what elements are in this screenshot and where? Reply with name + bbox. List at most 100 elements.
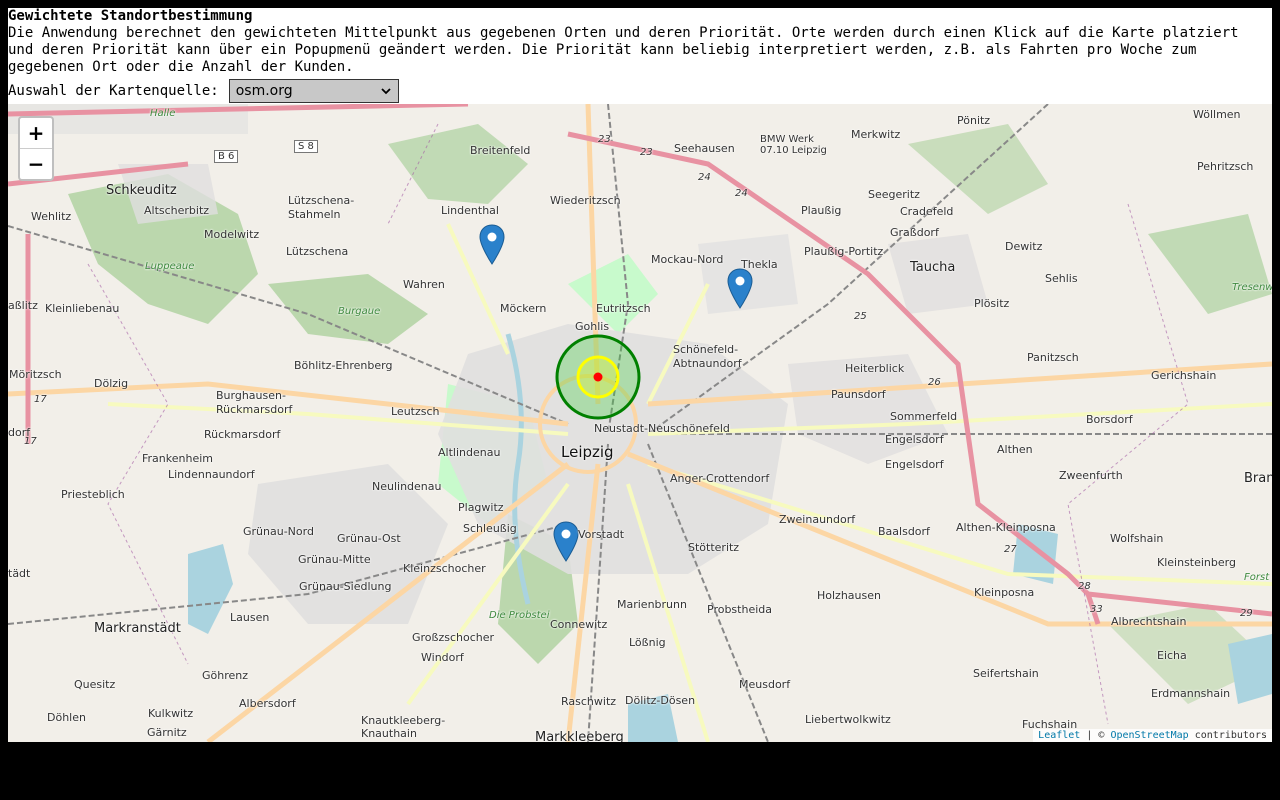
- map-label-merkwitz: Merkwitz: [851, 128, 901, 141]
- map-label-schkeuditz: Schkeuditz: [106, 183, 177, 198]
- map-label-goehrenz: Göhrenz: [202, 669, 249, 682]
- map-label-kleinposna: Kleinposna: [974, 586, 1035, 599]
- map-label-raschwitz: Raschwitz: [561, 695, 617, 708]
- marker-north-west[interactable]: [479, 224, 505, 266]
- map[interactable]: Leipzig Schkeuditz Taucha Markranstädt B…: [8, 104, 1272, 742]
- map-label-baalsdorf: Baalsdorf: [878, 525, 930, 538]
- attribution-suffix: contributors: [1188, 730, 1267, 741]
- map-label-woellmen: Wöllmen: [1193, 108, 1241, 121]
- road-label-a33: 33: [1090, 604, 1103, 615]
- map-label-gruenau-nord: Grünau-Nord: [243, 525, 314, 538]
- map-label-kleinzschocher: Kleinzschocher: [403, 562, 486, 575]
- map-label-althen: Althen: [997, 443, 1033, 456]
- map-label-thekla: Thekla: [741, 258, 778, 271]
- map-label-neustadt: Neustadt-Neuschönefeld: [594, 422, 730, 435]
- zoom-out-button[interactable]: −: [20, 149, 52, 179]
- map-label-zweenfurth: Zweenfurth: [1059, 469, 1123, 482]
- road-label-a28: 28: [1078, 581, 1091, 592]
- map-label-tresenwald: Tresenwalde: [1232, 282, 1272, 293]
- road-shield-b6: B 6: [214, 150, 239, 163]
- center-point: [593, 372, 603, 382]
- map-label-althen-kleinposna: Althen-Kleinposna: [956, 521, 1056, 534]
- map-label-lindenthal: Lindenthal: [441, 204, 499, 217]
- map-label-dewitz: Dewitz: [1005, 240, 1043, 253]
- map-label-schoenefeld: Schönefeld- Abtnaundorf: [673, 343, 742, 370]
- map-label-erdmannshain: Erdmannshain: [1151, 687, 1231, 700]
- map-label-bran: Bran: [1244, 471, 1272, 486]
- map-label-bmw: BMW Werk 07.10 Leipzig: [760, 134, 827, 156]
- map-label-eicha: Eicha: [1157, 649, 1187, 662]
- openstreetmap-link[interactable]: OpenStreetMap: [1110, 730, 1188, 741]
- map-label-lindennaundorf: Lindennaundorf: [168, 468, 255, 481]
- map-label-grosszschocher: Großzschocher: [412, 631, 495, 644]
- map-label-quesitz: Quesitz: [74, 678, 116, 691]
- road-label-a23-2: 23: [640, 147, 653, 158]
- map-label-priesteblich: Priesteblich: [61, 488, 125, 501]
- map-label-schleussig: Schleußig: [463, 522, 517, 535]
- map-label-wiederitzsch: Wiederitzsch: [550, 194, 621, 207]
- map-label-holzhausen: Holzhausen: [817, 589, 881, 602]
- road-label-a27: 27: [1004, 544, 1017, 555]
- map-label-heiterblick: Heiterblick: [845, 362, 905, 375]
- map-label-taucha: Taucha: [910, 260, 956, 275]
- map-source-row: Auswahl der Kartenquelle: osm.org: [8, 78, 399, 104]
- map-label-dasslitz: aßlitz: [8, 299, 38, 312]
- chevron-down-icon: [381, 88, 391, 95]
- map-label-knautkleeberg: Knautkleeberg- Knauthain: [361, 714, 446, 740]
- map-source-label: Auswahl der Kartenquelle:: [8, 83, 219, 99]
- map-label-probstei: Die Probstei: [489, 610, 550, 621]
- map-label-seegeritz: Seegeritz: [868, 188, 920, 201]
- map-label-moeritzsch: Möritzsch: [9, 368, 62, 381]
- map-label-borsdorf: Borsdorf: [1086, 413, 1133, 426]
- map-label-gruenau-ost: Grünau-Ost: [337, 532, 401, 545]
- map-label-altscherbitz: Altscherbitz: [144, 204, 210, 217]
- map-label-stadt: tädt: [8, 567, 31, 580]
- map-label-lausen: Lausen: [230, 611, 270, 624]
- map-label-breitenfeld: Breitenfeld: [470, 144, 531, 157]
- map-label-seifertshain: Seifertshain: [973, 667, 1039, 680]
- zoom-in-button[interactable]: +: [20, 118, 52, 149]
- map-label-sommerfeld: Sommerfeld: [890, 410, 958, 423]
- marker-south[interactable]: [553, 521, 579, 563]
- map-label-neulindenau: Neulindenau: [372, 480, 442, 493]
- map-label-anger: Anger-Crottendorf: [670, 472, 770, 485]
- map-label-kulkwitz: Kulkwitz: [148, 707, 194, 720]
- road-label-a26: 26: [928, 377, 941, 388]
- map-label-seehausen: Seehausen: [674, 142, 735, 155]
- weighted-center[interactable]: [553, 332, 643, 422]
- map-label-markranstaedt: Markranstädt: [94, 621, 181, 636]
- map-label-eutritzsch: Eutritzsch: [596, 302, 651, 315]
- map-label-panitzsch: Panitzsch: [1027, 351, 1079, 364]
- map-label-gaernitz: Gärnitz: [147, 726, 187, 739]
- page-description: Die Anwendung berechnet den gewichteten …: [8, 25, 1239, 75]
- map-source-select[interactable]: osm.org: [228, 79, 399, 103]
- map-label-connewitz: Connewitz: [550, 618, 608, 631]
- map-label-gruenau-mitte: Grünau-Mitte: [298, 553, 371, 566]
- map-label-mockau: Mockau-Nord: [651, 253, 724, 266]
- page-panel: Gewichtete Standortbestimmung Die Anwend…: [8, 8, 1272, 742]
- road-label-a24-2: 24: [735, 188, 748, 199]
- map-label-halle: Halle: [150, 108, 176, 119]
- map-label-kleinliebenau: Kleinliebenau: [45, 302, 120, 315]
- marker-north-east[interactable]: [727, 268, 753, 310]
- map-label-leipzig: Leipzig: [561, 443, 614, 461]
- map-label-engelsdorf-2: Engelsdorf: [885, 458, 944, 471]
- map-label-doelzig: Dölzig: [94, 377, 129, 390]
- map-label-altlindenau: Altlindenau: [438, 446, 501, 459]
- map-source-selected: osm.org: [235, 83, 293, 99]
- map-label-leutzsch: Leutzsch: [391, 405, 440, 418]
- road-label-a23-1: 23: [598, 134, 611, 145]
- map-label-paunsdorf: Paunsdorf: [831, 388, 886, 401]
- road-label-a24-1: 24: [698, 172, 711, 183]
- map-label-rueckmarsdorf: Rückmarsdorf: [204, 428, 281, 441]
- road-shield-s8: S 8: [294, 140, 318, 153]
- leaflet-link[interactable]: Leaflet: [1038, 730, 1080, 741]
- map-label-ponitz: Pönitz: [957, 114, 991, 127]
- map-label-gruenau-siedlung: Grünau-Siedlung: [299, 580, 392, 593]
- map-label-stoetteritz: Stötteritz: [688, 541, 740, 554]
- road-label-a29: 29: [1240, 608, 1253, 619]
- map-label-albersdorf: Albersdorf: [239, 697, 296, 710]
- zoom-control: + −: [18, 116, 54, 181]
- map-label-luetzschena2: Lützschena: [286, 245, 349, 258]
- map-label-grassdorf: Graßdorf: [890, 226, 939, 239]
